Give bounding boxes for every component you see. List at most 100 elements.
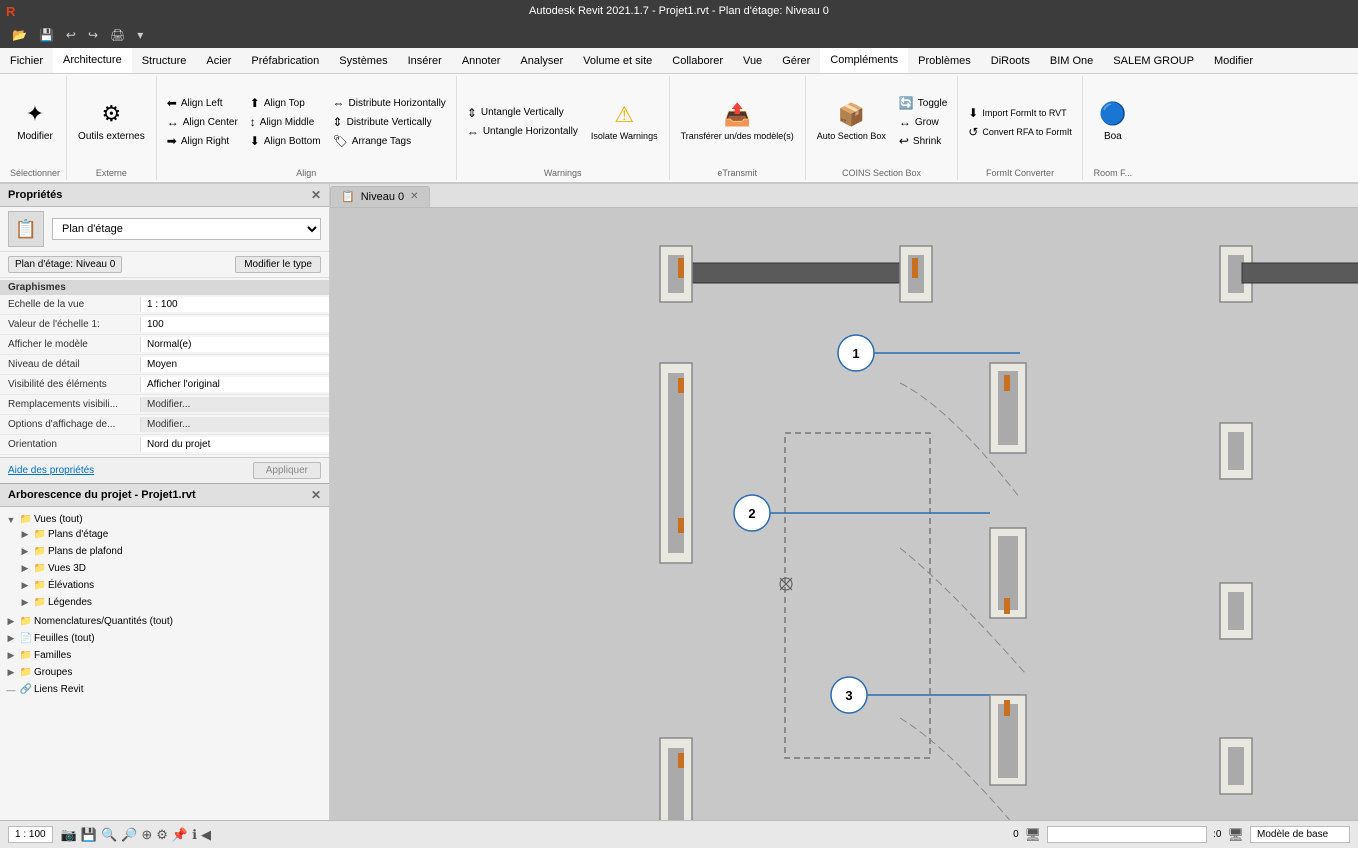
apply-btn[interactable]: Appliquer bbox=[253, 462, 321, 479]
workset-selector[interactable]: Modèle de base bbox=[1250, 826, 1350, 843]
groupes-toggle[interactable]: ▶ bbox=[4, 667, 18, 678]
align-bottom-btn[interactable]: ⬇ Align Bottom bbox=[246, 132, 325, 150]
properties-close-btn[interactable]: ✕ bbox=[311, 188, 321, 202]
status-workset-icon[interactable]: 🖥 bbox=[1025, 827, 1042, 843]
untangle-h-btn[interactable]: ⇔ Untangle Horizontally bbox=[463, 123, 582, 141]
status-icon-nav[interactable]: ⊕ bbox=[141, 827, 152, 843]
import-formit-icon: ⬇ bbox=[968, 106, 978, 120]
arrange-tags-btn[interactable]: 🏷 Arrange Tags bbox=[329, 132, 450, 150]
tree-row-plans-etage[interactable]: ▶ 📁 Plans d'étage bbox=[18, 528, 325, 541]
boa-btn[interactable]: 🔵 Boa bbox=[1091, 87, 1135, 157]
qa-redo-btn[interactable]: ↪ bbox=[84, 26, 102, 44]
align-right-btn[interactable]: ➡ Align Right bbox=[163, 132, 242, 150]
tree-row-vues3d[interactable]: ▶ 📁 Vues 3D bbox=[18, 562, 325, 575]
menu-annoter[interactable]: Annoter bbox=[452, 48, 511, 73]
type-selector[interactable]: Plan d'étage bbox=[52, 218, 321, 240]
auto-section-box-btn[interactable]: 📦 Auto Section Box bbox=[812, 87, 891, 157]
menu-systemes[interactable]: Systèmes bbox=[329, 48, 397, 73]
menu-acier[interactable]: Acier bbox=[196, 48, 241, 73]
elevations-toggle[interactable]: ▶ bbox=[18, 580, 32, 591]
prop-value-options[interactable]: Modifier... bbox=[140, 417, 329, 432]
prop-value-valeur[interactable]: 100 bbox=[140, 317, 329, 332]
tree-row-legendes[interactable]: ▶ 📁 Légendes bbox=[18, 596, 325, 609]
menu-prefabrication[interactable]: Préfabrication bbox=[241, 48, 329, 73]
align-center-btn[interactable]: ↔ Align Center bbox=[163, 113, 242, 131]
align-left-btn[interactable]: ⬅ Align Left bbox=[163, 94, 242, 112]
shrink-btn[interactable]: ↩ Shrink bbox=[895, 132, 951, 150]
menu-vue[interactable]: Vue bbox=[733, 48, 772, 73]
tab-close-btn[interactable]: ✕ bbox=[410, 191, 418, 202]
tree-row-groupes[interactable]: ▶ 📁 Groupes bbox=[4, 666, 325, 679]
prop-value-remplacements[interactable]: Modifier... bbox=[140, 397, 329, 412]
import-formit-btn[interactable]: ⬇ Import FormIt to RVT bbox=[964, 104, 1076, 122]
menu-bimone[interactable]: BIM One bbox=[1040, 48, 1103, 73]
menu-analyser[interactable]: Analyser bbox=[510, 48, 573, 73]
section-box-icon: 📦 bbox=[838, 102, 865, 128]
status-icon-pin[interactable]: 📌 bbox=[172, 827, 188, 843]
tree-row-nomenclatures[interactable]: ▶ 📁 Nomenclatures/Quantités (tout) bbox=[4, 615, 325, 628]
grow-btn[interactable]: ↔ Grow bbox=[895, 113, 951, 131]
menu-collaborer[interactable]: Collaborer bbox=[662, 48, 733, 73]
tree-row-familles[interactable]: ▶ 📁 Familles bbox=[4, 649, 325, 662]
status-input[interactable] bbox=[1047, 826, 1207, 843]
tree-row-liens-revit[interactable]: — 🔗 Liens Revit bbox=[4, 683, 325, 696]
plans-etage-toggle[interactable]: ▶ bbox=[18, 529, 32, 540]
help-link[interactable]: Aide des propriétés bbox=[8, 465, 94, 476]
modify-type-btn[interactable]: Modifier le type bbox=[235, 256, 321, 273]
distribute-v-btn[interactable]: ⇕ Distribute Vertically bbox=[329, 113, 450, 131]
menu-salemgroup[interactable]: SALEM GROUP bbox=[1103, 48, 1204, 73]
toggle-btn[interactable]: 🔄 Toggle bbox=[895, 94, 951, 112]
browser-content[interactable]: ▼ 📁 Vues (tout) ▶ 📁 Plans d'étage ▶ bbox=[0, 507, 329, 820]
qa-save-btn[interactable]: 💾 bbox=[35, 26, 58, 44]
qa-print-btn[interactable]: 🖨 bbox=[106, 26, 129, 44]
tree-row-plans-plafond[interactable]: ▶ 📁 Plans de plafond bbox=[18, 545, 325, 558]
status-icon-zoom[interactable]: 🔍 bbox=[101, 827, 117, 843]
qa-undo-btn[interactable]: ↩ bbox=[62, 26, 80, 44]
prop-value-echelle[interactable]: 1 : 100 bbox=[140, 297, 329, 312]
status-icon-arrow-left[interactable]: ◀ bbox=[201, 827, 211, 843]
convert-rfa-btn[interactable]: ↺ Convert RFA to FormIt bbox=[964, 123, 1076, 141]
untangle-h-label: Untangle Horizontally bbox=[483, 126, 578, 137]
vues-toggle[interactable]: ▼ bbox=[4, 515, 18, 525]
tree-row-elevations[interactable]: ▶ 📁 Élévations bbox=[18, 579, 325, 592]
feuilles-toggle[interactable]: ▶ bbox=[4, 633, 18, 644]
menu-modifier[interactable]: Modifier bbox=[1204, 48, 1263, 73]
browser-close-btn[interactable]: ✕ bbox=[311, 488, 321, 502]
menu-architecture[interactable]: Architecture bbox=[53, 48, 132, 73]
status-icon-save[interactable]: 💾 bbox=[81, 827, 97, 843]
menu-volume[interactable]: Volume et site bbox=[573, 48, 662, 73]
nomenclatures-toggle[interactable]: ▶ bbox=[4, 616, 18, 627]
status-icon-info[interactable]: ℹ bbox=[192, 827, 197, 843]
canvas[interactable]: 1 2 bbox=[330, 208, 1358, 820]
status-sync-icon[interactable]: 🖥 bbox=[1227, 827, 1244, 843]
tree-row-feuilles[interactable]: ▶ 📄 Feuilles (tout) bbox=[4, 632, 325, 645]
menu-inserer[interactable]: Insérer bbox=[398, 48, 452, 73]
qa-more-btn[interactable]: ▾ bbox=[133, 26, 147, 44]
etransmit-btn[interactable]: 📤 Transférer un/des modèle(s) bbox=[676, 87, 799, 157]
vues3d-toggle[interactable]: ▶ bbox=[18, 563, 32, 574]
tree-groupes: ▶ 📁 Groupes bbox=[4, 664, 325, 681]
liens-revit-toggle[interactable]: — bbox=[4, 685, 18, 695]
menu-gerer[interactable]: Gérer bbox=[772, 48, 820, 73]
align-middle-btn[interactable]: ↕ Align Middle bbox=[246, 113, 325, 131]
status-icon-camera[interactable]: 📷 bbox=[61, 827, 77, 843]
menu-fichier[interactable]: Fichier bbox=[0, 48, 53, 73]
plans-plafond-toggle[interactable]: ▶ bbox=[18, 546, 32, 557]
status-icon-settings[interactable]: ⚙ bbox=[156, 827, 168, 843]
menu-problemes[interactable]: Problèmes bbox=[908, 48, 981, 73]
isolate-warnings-btn[interactable]: ⚠ Isolate Warnings bbox=[586, 87, 663, 157]
qa-open-btn[interactable]: 📂 bbox=[8, 26, 31, 44]
modifier-btn[interactable]: ✦ Modifier bbox=[12, 87, 58, 157]
legendes-toggle[interactable]: ▶ bbox=[18, 597, 32, 608]
tree-row-vues[interactable]: ▼ 📁 Vues (tout) bbox=[4, 513, 325, 526]
familles-toggle[interactable]: ▶ bbox=[4, 650, 18, 661]
distribute-h-btn[interactable]: ⇔ Distribute Horizontally bbox=[329, 94, 450, 112]
untangle-v-btn[interactable]: ⇕ Untangle Vertically bbox=[463, 104, 582, 122]
menu-complements[interactable]: Compléments bbox=[820, 48, 908, 73]
align-top-btn[interactable]: ⬆ Align Top bbox=[246, 94, 325, 112]
menu-diroots[interactable]: DiRoots bbox=[981, 48, 1040, 73]
status-icon-zoom2[interactable]: 🔎 bbox=[121, 827, 137, 843]
outils-externes-btn[interactable]: ⚙ Outils externes bbox=[73, 87, 150, 157]
menu-structure[interactable]: Structure bbox=[132, 48, 197, 73]
view-tab-niveau0[interactable]: 📋 Niveau 0 ✕ bbox=[330, 186, 430, 207]
